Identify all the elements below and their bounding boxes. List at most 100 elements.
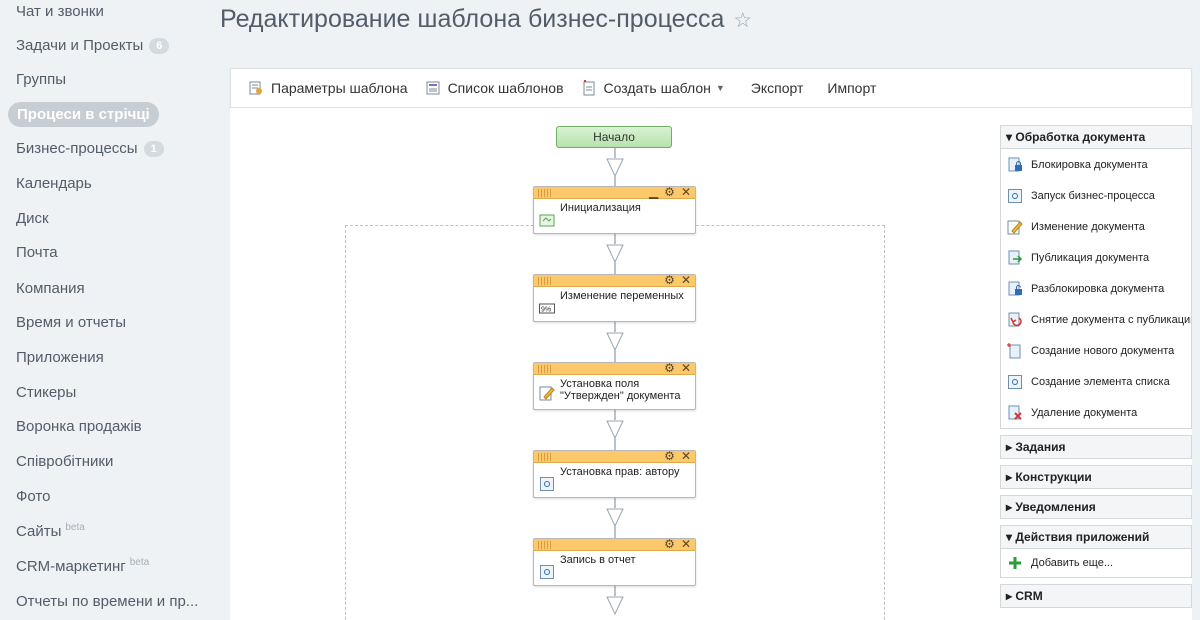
sidebar-item-photo[interactable]: Фото	[16, 485, 50, 509]
panel-item-unlock-doc[interactable]: Разблокировка документа	[1001, 273, 1191, 304]
edit-doc-icon	[539, 386, 555, 401]
panel-item-publish-doc[interactable]: Публикация документа	[1001, 242, 1191, 273]
drop-arrow-icon[interactable]	[606, 508, 624, 528]
new-doc-icon	[1007, 342, 1021, 358]
sidebar-item-stickers[interactable]: Стикеры	[16, 381, 76, 405]
connector-line	[614, 322, 616, 332]
activity-set-author-rights[interactable]: ⚙ ✕ Установка прав: автору	[533, 449, 696, 498]
drop-arrow-icon[interactable]	[606, 244, 624, 264]
activity-set-approved-field[interactable]: ⚙ ✕ Установка поля "Утвержден" документа	[533, 361, 696, 410]
beta-badge: beta	[129, 557, 150, 568]
template-params-button[interactable]: Параметры шаблона	[249, 80, 408, 96]
close-icon[interactable]: ✕	[681, 185, 691, 199]
panel-item-new-doc[interactable]: Создание нового документа	[1001, 335, 1191, 366]
variables-icon: 9%	[539, 303, 555, 314]
settings-gear-icon[interactable]: ⚙	[664, 185, 675, 199]
drop-arrow-icon[interactable]	[606, 420, 624, 440]
drop-arrow-icon[interactable]	[606, 158, 624, 178]
counter-badge: 1	[143, 141, 164, 157]
template-params-icon	[249, 81, 262, 95]
settings-gear-icon[interactable]: ⚙	[664, 361, 675, 375]
delete-doc-icon	[1008, 405, 1022, 420]
activity-header[interactable]: ⚙ ✕	[534, 537, 695, 551]
template-list-button[interactable]: Список шаблонов	[426, 80, 564, 96]
settings-gear-icon[interactable]: ⚙	[664, 273, 675, 287]
section-crm[interactable]: ▸ CRM	[1000, 584, 1192, 608]
settings-gear-icon[interactable]: ⚙	[664, 449, 675, 463]
connector-line	[614, 410, 616, 420]
activity-header[interactable]: ⚙ ✕	[534, 361, 695, 375]
sidebar-item-groups[interactable]: Группы	[16, 68, 66, 92]
sidebar-item-crm-marketing[interactable]: CRM-маркетинг beta	[16, 555, 149, 579]
sidebar-item-disk[interactable]: Диск	[16, 207, 49, 231]
start-block[interactable]: Начало	[556, 126, 672, 148]
activity-write-to-report[interactable]: ⚙ ✕ Запись в отчет	[533, 537, 696, 586]
export-button[interactable]: Экспорт	[751, 80, 804, 96]
plus-icon	[1009, 557, 1021, 569]
panel-item-unpublish-doc[interactable]: Снятие документа с публикации	[1001, 304, 1191, 335]
section-tasks[interactable]: ▸ Задания	[1000, 435, 1192, 459]
unpublish-doc-icon	[1008, 312, 1022, 326]
left-sidebar: Чат и звонки Задачи и Проекты 6 Группы Пр…	[0, 0, 212, 620]
chevron-right-icon: ▸	[1006, 470, 1016, 484]
star-icon[interactable]: ☆	[733, 9, 752, 32]
sidebar-item-calendar[interactable]: Календарь	[16, 172, 92, 196]
sidebar-item-time-reports-more[interactable]: Отчеты по времени и пр...	[16, 590, 198, 614]
section-notifications[interactable]: ▸ Уведомления	[1000, 495, 1192, 519]
connector-line	[614, 438, 616, 450]
chevron-right-icon: ▸	[1006, 500, 1016, 514]
template-list-icon	[426, 81, 440, 95]
section-constructions[interactable]: ▸ Конструкции	[1000, 465, 1192, 489]
drag-handle-icon[interactable]	[538, 277, 552, 285]
drop-arrow-icon[interactable]	[606, 596, 624, 616]
connector-line	[614, 176, 616, 186]
drag-handle-icon[interactable]	[538, 541, 552, 549]
activity-header[interactable]: ⚙ ✕	[534, 449, 695, 463]
page-title: Редактирование шаблона бизнес-процесса ☆	[220, 5, 753, 33]
list-item-icon	[1008, 374, 1022, 389]
chevron-down-icon: ▾	[1006, 530, 1016, 544]
drag-handle-icon[interactable]	[538, 365, 552, 373]
sidebar-item-company[interactable]: Компания	[16, 277, 85, 301]
create-template-button[interactable]: Создать шаблон ▼	[582, 80, 725, 96]
connector-line	[614, 498, 616, 508]
sidebar-item-chat[interactable]: Чат и звонки	[16, 0, 104, 24]
sidebar-item-sales-funnel[interactable]: Воронка продажів	[16, 415, 142, 439]
panel-item-delete-doc[interactable]: Удаление документа	[1001, 397, 1191, 428]
sidebar-item-sites[interactable]: Сайты beta	[16, 520, 85, 544]
connector-line	[614, 586, 616, 596]
close-icon[interactable]: ✕	[681, 361, 691, 375]
sidebar-item-time-reports[interactable]: Время и отчеты	[16, 311, 126, 335]
activity-header[interactable]: ▁ ⚙ ✕	[534, 185, 695, 199]
activities-panel: ▾ Обработка документа Блокировка докумен…	[1000, 125, 1192, 608]
panel-item-list-item[interactable]: Создание элемента списка	[1001, 366, 1191, 397]
sidebar-item-employees[interactable]: Співробітники	[16, 450, 113, 474]
panel-item-start-bp[interactable]: Запуск бизнес-процесса	[1001, 180, 1191, 211]
activity-header[interactable]: ⚙ ✕	[534, 273, 695, 287]
counter-badge: 6	[149, 38, 170, 54]
start-bp-icon	[1008, 188, 1022, 203]
panel-item-edit-doc[interactable]: Изменение документа	[1001, 211, 1191, 242]
sidebar-item-mail[interactable]: Почта	[16, 241, 58, 265]
settings-gear-icon[interactable]: ⚙	[664, 537, 675, 551]
minimize-icon[interactable]: ▁	[649, 185, 658, 199]
svg-text:9%: 9%	[541, 307, 551, 314]
activity-initialization[interactable]: ▁ ⚙ ✕ Инициализация	[533, 185, 696, 234]
drag-handle-icon[interactable]	[538, 189, 552, 197]
import-button[interactable]: Импорт	[827, 80, 876, 96]
section-doc-processing[interactable]: ▾ Обработка документа	[1000, 125, 1192, 149]
sidebar-item-applications[interactable]: Приложения	[16, 346, 104, 370]
sidebar-item-feed-processes[interactable]: Процеси в стрічці	[8, 102, 159, 127]
close-icon[interactable]: ✕	[681, 449, 691, 463]
sidebar-item-business-processes[interactable]: Бизнес-процессы 1	[16, 137, 164, 161]
sidebar-item-tasks[interactable]: Задачи и Проекты 6	[16, 34, 170, 58]
section-app-actions[interactable]: ▾ Действия приложений	[1000, 525, 1192, 549]
drag-handle-icon[interactable]	[538, 453, 552, 461]
close-icon[interactable]: ✕	[681, 537, 691, 551]
close-icon[interactable]: ✕	[681, 273, 691, 287]
drop-arrow-icon[interactable]	[606, 332, 624, 352]
activity-change-variables[interactable]: ⚙ ✕ 9% Изменение переменных	[533, 273, 696, 322]
panel-item-lock-doc[interactable]: Блокировка документа	[1001, 149, 1191, 180]
add-more-button[interactable]: Добавить еще...	[1001, 549, 1191, 577]
connector-line	[614, 262, 616, 274]
